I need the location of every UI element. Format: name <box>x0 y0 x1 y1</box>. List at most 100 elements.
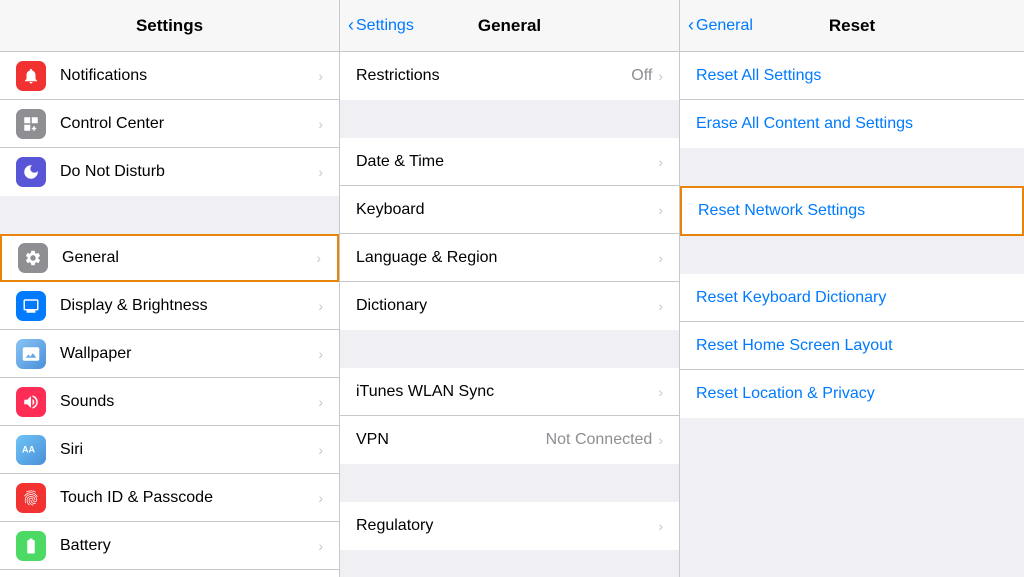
siri-chevron: › <box>318 442 323 458</box>
general-chevron: › <box>316 250 321 266</box>
reset-item-home-screen[interactable]: Reset Home Screen Layout <box>680 322 1024 370</box>
datetime-label: Date & Time <box>356 153 658 171</box>
keyboard-chevron: › <box>658 202 663 218</box>
vpn-chevron: › <box>658 432 663 448</box>
settings-item-do-not-disturb[interactable]: Do Not Disturb › <box>0 148 339 196</box>
general-icon <box>18 243 48 273</box>
reset-back-button[interactable]: ‹ General <box>688 15 753 36</box>
display-label: Display & Brightness <box>60 297 318 315</box>
general-label: General <box>62 249 316 267</box>
reset-item-location[interactable]: Reset Location & Privacy <box>680 370 1024 418</box>
reset-keyboard-label: Reset Keyboard Dictionary <box>696 289 886 307</box>
reset-item-erase-all[interactable]: Erase All Content and Settings <box>680 100 1024 148</box>
group-separator-m4 <box>340 558 679 577</box>
svg-text:AA: AA <box>22 444 35 454</box>
settings-item-wallpaper[interactable]: Wallpaper › <box>0 330 339 378</box>
siri-icon: AA <box>16 435 46 465</box>
vpn-label: VPN <box>356 431 546 449</box>
settings-item-touchid[interactable]: Touch ID & Passcode › <box>0 474 339 522</box>
itunes-chevron: › <box>658 384 663 400</box>
settings-header: Settings <box>0 0 339 52</box>
reset-title: Reset <box>829 16 875 36</box>
language-chevron: › <box>658 250 663 266</box>
do-not-disturb-icon <box>16 157 46 187</box>
battery-chevron: › <box>318 538 323 554</box>
reset-back-chevron-icon: ‹ <box>688 15 694 36</box>
keyboard-label: Keyboard <box>356 201 658 219</box>
wallpaper-label: Wallpaper <box>60 345 318 363</box>
itunes-label: iTunes WLAN Sync <box>356 383 658 401</box>
dictionary-chevron: › <box>658 298 663 314</box>
general-group-regulatory: Regulatory › <box>340 502 679 550</box>
datetime-chevron: › <box>658 154 663 170</box>
general-back-button[interactable]: ‹ Settings <box>348 15 414 36</box>
group-separator-m1 <box>340 108 679 138</box>
display-icon <box>16 291 46 321</box>
settings-item-battery[interactable]: Battery › <box>0 522 339 570</box>
settings-item-sounds[interactable]: Sounds › <box>0 378 339 426</box>
restrictions-label: Restrictions <box>356 67 631 85</box>
siri-label: Siri <box>60 441 318 459</box>
general-item-keyboard[interactable]: Keyboard › <box>340 186 679 234</box>
regulatory-label: Regulatory <box>356 517 658 535</box>
do-not-disturb-chevron: › <box>318 164 323 180</box>
general-item-vpn[interactable]: VPN Not Connected › <box>340 416 679 464</box>
touchid-icon <box>16 483 46 513</box>
group-separator-r3 <box>680 426 1024 456</box>
settings-item-siri[interactable]: AA Siri › <box>0 426 339 474</box>
reset-all-settings-label: Reset All Settings <box>696 67 821 85</box>
settings-item-notifications[interactable]: Notifications › <box>0 52 339 100</box>
notifications-icon <box>16 61 46 91</box>
group-separator-1 <box>0 204 339 234</box>
vpn-value: Not Connected <box>546 431 653 449</box>
do-not-disturb-label: Do Not Disturb <box>60 163 318 181</box>
general-group-restrictions: Restrictions Off › <box>340 52 679 100</box>
general-back-label: Settings <box>356 17 414 35</box>
general-item-restrictions[interactable]: Restrictions Off › <box>340 52 679 100</box>
settings-group-2: General › Display & Brightness › Wallpap… <box>0 234 339 577</box>
sounds-icon <box>16 387 46 417</box>
dictionary-label: Dictionary <box>356 297 658 315</box>
reset-item-network[interactable]: Reset Network Settings <box>680 186 1024 236</box>
sounds-label: Sounds <box>60 393 318 411</box>
reset-group-1: Reset All Settings Erase All Content and… <box>680 52 1024 148</box>
reset-location-label: Reset Location & Privacy <box>696 385 875 403</box>
wallpaper-chevron: › <box>318 346 323 362</box>
reset-back-label: General <box>696 17 753 35</box>
group-separator-r2 <box>680 244 1024 274</box>
general-title: General <box>478 16 541 36</box>
restrictions-chevron: › <box>658 68 663 84</box>
general-item-datetime[interactable]: Date & Time › <box>340 138 679 186</box>
general-item-regulatory[interactable]: Regulatory › <box>340 502 679 550</box>
settings-item-display[interactable]: Display & Brightness › <box>0 282 339 330</box>
settings-title: Settings <box>136 16 203 36</box>
general-item-itunes[interactable]: iTunes WLAN Sync › <box>340 368 679 416</box>
settings-group-1: Notifications › Control Center › Do Not … <box>0 52 339 196</box>
settings-item-general[interactable]: General › <box>0 234 339 282</box>
reset-header: ‹ General Reset <box>680 0 1024 52</box>
settings-item-privacy[interactable]: Privacy › <box>0 570 339 577</box>
group-separator-r1 <box>680 156 1024 186</box>
general-panel: ‹ Settings General Restrictions Off › Da… <box>340 0 680 577</box>
reset-group-2: Reset Network Settings <box>680 186 1024 236</box>
back-chevron-icon: ‹ <box>348 15 354 36</box>
sounds-chevron: › <box>318 394 323 410</box>
notifications-label: Notifications <box>60 67 318 85</box>
display-chevron: › <box>318 298 323 314</box>
group-separator-m2 <box>340 338 679 368</box>
reset-list: Reset All Settings Erase All Content and… <box>680 52 1024 577</box>
battery-icon <box>16 531 46 561</box>
control-center-label: Control Center <box>60 115 318 133</box>
touchid-chevron: › <box>318 490 323 506</box>
settings-list: Notifications › Control Center › Do Not … <box>0 52 339 577</box>
regulatory-chevron: › <box>658 518 663 534</box>
settings-item-control-center[interactable]: Control Center › <box>0 100 339 148</box>
general-list: Restrictions Off › Date & Time › Keyboar… <box>340 52 679 577</box>
group-separator-m3 <box>340 472 679 502</box>
control-center-chevron: › <box>318 116 323 132</box>
reset-item-all-settings[interactable]: Reset All Settings <box>680 52 1024 100</box>
general-item-language[interactable]: Language & Region › <box>340 234 679 282</box>
general-item-dictionary[interactable]: Dictionary › <box>340 282 679 330</box>
settings-panel: Settings Notifications › Control Center … <box>0 0 340 577</box>
reset-item-keyboard[interactable]: Reset Keyboard Dictionary <box>680 274 1024 322</box>
